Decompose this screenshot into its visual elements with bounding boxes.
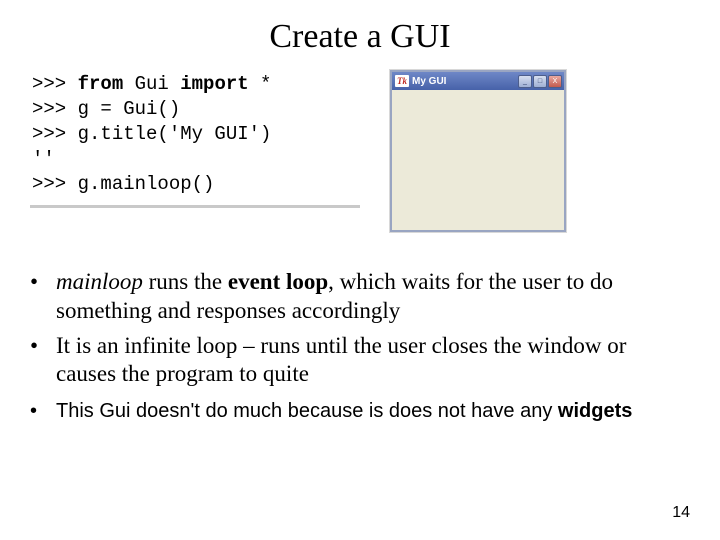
tk-icon: Tk — [395, 75, 409, 87]
term-mainloop: mainloop — [56, 269, 143, 294]
page-number: 14 — [672, 504, 690, 522]
bullet-marker: • — [30, 268, 56, 326]
bullet-item: • This Gui doesn't do much because is do… — [30, 399, 682, 424]
bullet-text: mainloop runs the event loop, which wait… — [56, 268, 682, 326]
bullet-marker: • — [30, 332, 56, 390]
maximize-button[interactable]: □ — [533, 75, 547, 88]
code-keyword-import: import — [180, 73, 248, 95]
bullet-item: • It is an infinite loop – runs until th… — [30, 332, 682, 390]
code-line: >>> g.mainloop() — [32, 173, 214, 195]
close-button[interactable]: X — [548, 75, 562, 88]
code-keyword-from: from — [78, 73, 124, 95]
gui-client-area — [392, 90, 564, 230]
code-prompt: >>> — [32, 73, 78, 95]
gui-title-text: My GUI — [412, 76, 515, 87]
code-line: >>> g.title('My GUI') — [32, 123, 271, 145]
text: runs the — [143, 269, 228, 294]
gui-window: Tk My GUI _ □ X — [390, 70, 566, 232]
text: This Gui doesn't do much because is does… — [56, 400, 558, 422]
bullet-item: • mainloop runs the event loop, which wa… — [30, 268, 682, 326]
code-line: '' — [32, 148, 55, 170]
term-event-loop: event loop — [228, 269, 328, 294]
minimize-button[interactable]: _ — [518, 75, 532, 88]
gui-titlebar[interactable]: Tk My GUI _ □ X — [392, 72, 564, 90]
bullet-marker: • — [30, 399, 56, 424]
code-block: >>> from Gui import * >>> g = Gui() >>> … — [30, 70, 360, 208]
code-text: Gui — [123, 73, 180, 95]
page-title: Create a GUI — [30, 18, 690, 56]
bullet-text: It is an infinite loop – runs until the … — [56, 332, 682, 390]
bullets: • mainloop runs the event loop, which wa… — [30, 268, 690, 424]
code-line: >>> g = Gui() — [32, 98, 180, 120]
top-row: >>> from Gui import * >>> g = Gui() >>> … — [30, 70, 690, 232]
window-button-group: _ □ X — [518, 75, 562, 88]
bullet-text: This Gui doesn't do much because is does… — [56, 399, 632, 424]
code-text: * — [249, 73, 272, 95]
term-widgets: widgets — [558, 400, 632, 422]
